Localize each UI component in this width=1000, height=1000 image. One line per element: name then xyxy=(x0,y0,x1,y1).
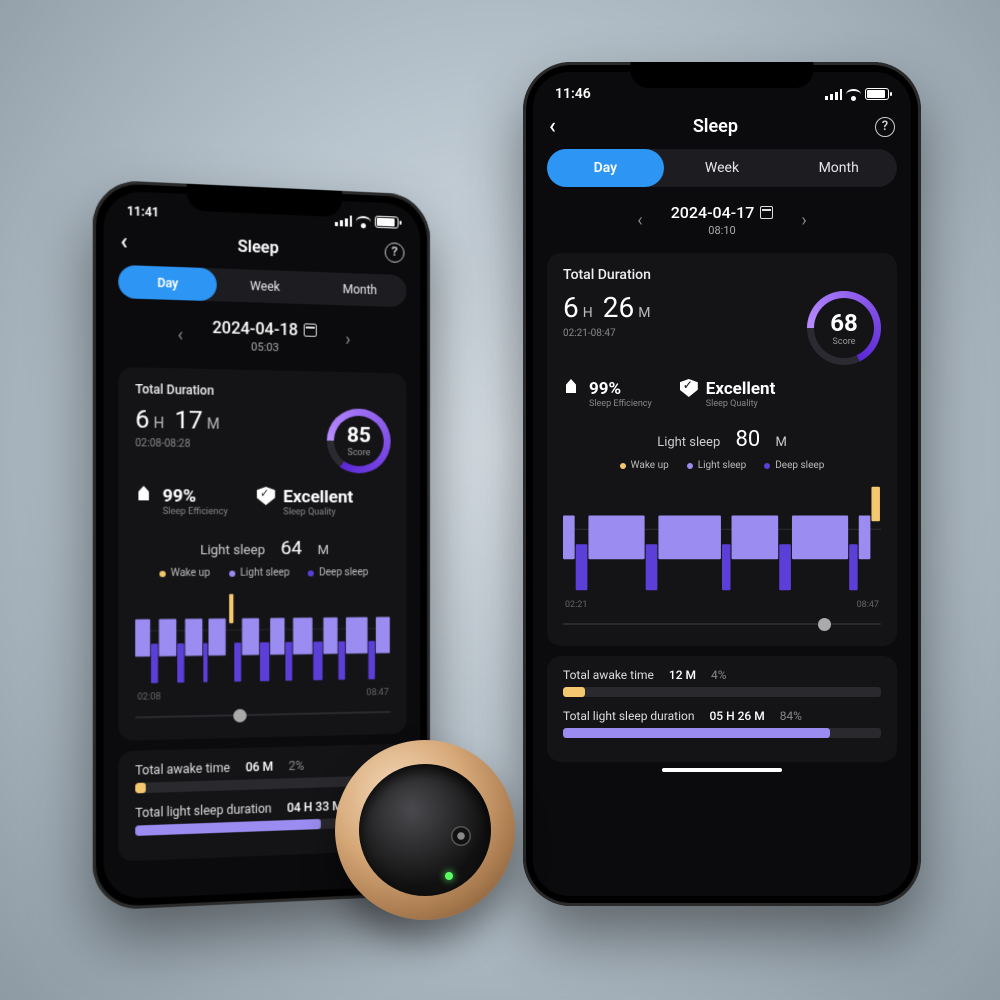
sleep-stage-chart[interactable] xyxy=(563,481,881,596)
shield-icon xyxy=(680,379,698,397)
quality-metric: ExcellentSleep Quality xyxy=(680,379,776,409)
prev-day-button[interactable]: ‹ xyxy=(178,323,184,345)
sleep-stage-chart[interactable] xyxy=(135,588,390,688)
chart-scrubber[interactable] xyxy=(563,616,881,632)
tab-week[interactable]: Week xyxy=(217,278,313,296)
calendar-icon xyxy=(760,206,773,219)
wifi-icon xyxy=(356,215,371,227)
light-sleep-row: Total light sleep duration 05 H 26 M 84% xyxy=(563,709,881,738)
legend-dot-light xyxy=(229,570,235,576)
legend-dot-deep xyxy=(308,570,314,576)
light-sleep-bar xyxy=(563,728,830,738)
score-ring: 68 Score xyxy=(807,291,881,365)
period-segmented: Day Week Month xyxy=(547,149,897,187)
date-text: 2024-04-17 xyxy=(671,203,755,222)
quality-metric: ExcellentSleep Quality xyxy=(257,487,354,518)
signal-icon xyxy=(825,89,842,100)
date-selector: ‹ 2024-04-17 08:10 › xyxy=(533,197,911,247)
awake-bar xyxy=(135,783,146,794)
tab-week[interactable]: Week xyxy=(664,160,781,176)
help-button[interactable]: ? xyxy=(385,242,405,263)
breakdown-card: Total awake time 12 M 4% Total light sle… xyxy=(547,656,897,762)
chart-axis: 02:2108:47 xyxy=(563,600,881,610)
chart-scrubber[interactable] xyxy=(135,704,390,726)
chart-legend: Wake up Light sleep Deep sleep xyxy=(563,460,881,471)
tab-month[interactable]: Month xyxy=(313,281,407,298)
chart-legend: Wake up Light sleep Deep sleep xyxy=(135,567,390,579)
smart-ring-image xyxy=(335,740,515,920)
help-button[interactable]: ? xyxy=(875,117,895,137)
total-duration-value: 6H 17M xyxy=(135,405,226,435)
date-text: 2024-04-18 xyxy=(212,318,298,340)
date-display[interactable]: 2024-04-17 08:10 xyxy=(671,203,774,237)
legend-dot-deep xyxy=(764,463,770,469)
wifi-icon xyxy=(846,89,861,100)
next-day-button[interactable]: › xyxy=(345,328,350,349)
page-title: Sleep xyxy=(693,116,738,137)
legend-dot-wake xyxy=(159,570,165,576)
awake-row: Total awake time 12 M 4% xyxy=(563,668,881,697)
back-button[interactable]: ‹ xyxy=(549,114,556,139)
total-duration-value: 6H 26M xyxy=(563,291,656,324)
sleep-range: 02:21-08:47 xyxy=(563,328,656,339)
light-sleep-bar xyxy=(135,819,321,836)
screen-right: 11:46 ‹ Sleep ? Day Week Month ‹ 2024-04… xyxy=(533,72,911,896)
tab-day[interactable]: Day xyxy=(118,265,216,301)
prev-day-button[interactable]: ‹ xyxy=(637,210,642,231)
legend-dot-wake xyxy=(620,463,626,469)
stage-header: Light sleep 80 M xyxy=(563,427,881,452)
status-time: 11:41 xyxy=(127,204,159,220)
rocket-icon xyxy=(135,486,154,505)
date-subtime: 08:10 xyxy=(671,224,774,237)
phone-right: 11:46 ‹ Sleep ? Day Week Month ‹ 2024-04… xyxy=(523,62,921,906)
notch xyxy=(630,62,813,88)
back-button[interactable]: ‹ xyxy=(120,228,127,254)
ring-led-icon xyxy=(445,872,453,880)
shield-icon xyxy=(257,487,275,506)
battery-icon xyxy=(865,88,889,100)
efficiency-metric: 99%Sleep Efficiency xyxy=(135,486,228,518)
chart-axis: 02:0808:47 xyxy=(135,688,390,703)
tab-month[interactable]: Month xyxy=(780,160,897,176)
home-indicator[interactable] xyxy=(662,768,782,772)
total-duration-label: Total Duration xyxy=(563,267,881,283)
date-selector: ‹ 2024-04-18 05:03 › xyxy=(103,308,420,368)
awake-bar xyxy=(563,687,585,697)
battery-icon xyxy=(375,216,399,229)
stage-header: Light sleep 64 M xyxy=(135,536,390,560)
summary-card: Total Duration 6H 26M 02:21-08:47 68 Sco… xyxy=(547,253,897,646)
date-display[interactable]: 2024-04-18 05:03 xyxy=(212,318,317,356)
signal-icon xyxy=(335,214,352,226)
ring-sensor-icon xyxy=(451,826,471,846)
score-ring: 85 Score xyxy=(327,408,391,473)
total-duration-label: Total Duration xyxy=(135,382,390,401)
status-time: 11:46 xyxy=(555,86,591,102)
legend-dot-light xyxy=(687,463,693,469)
sleep-range: 02:08-08:28 xyxy=(135,438,226,451)
calendar-icon xyxy=(304,323,317,337)
scrubber-thumb[interactable] xyxy=(818,618,831,631)
navbar: ‹ Sleep ? xyxy=(533,110,911,149)
summary-card: Total Duration 6H 17M 02:08-08:28 85 Sco… xyxy=(118,367,406,741)
rocket-icon xyxy=(563,379,581,397)
page-title: Sleep xyxy=(238,236,279,257)
tab-day[interactable]: Day xyxy=(547,149,664,187)
date-subtime: 05:03 xyxy=(212,339,317,355)
efficiency-metric: 99%Sleep Efficiency xyxy=(563,379,652,409)
next-day-button[interactable]: › xyxy=(801,210,806,231)
scrubber-thumb[interactable] xyxy=(233,709,246,723)
